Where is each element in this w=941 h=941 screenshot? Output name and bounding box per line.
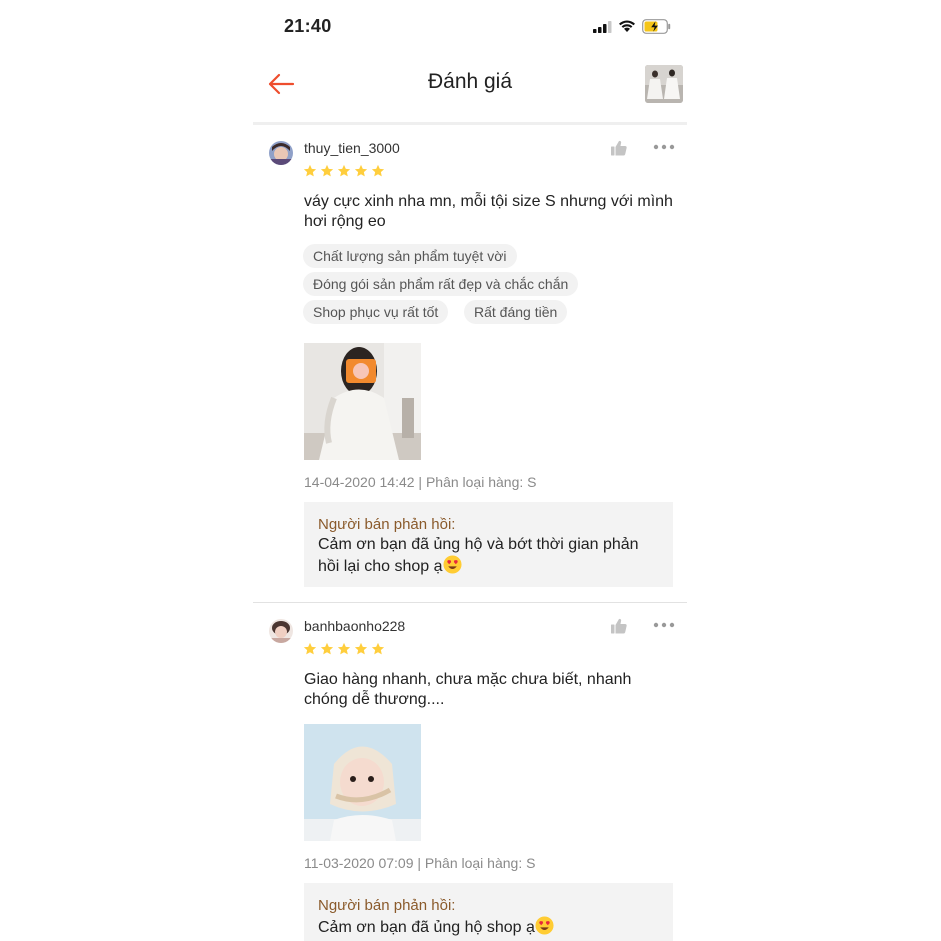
page-title: Đánh giá <box>427 70 513 93</box>
star-rating <box>303 164 385 180</box>
star-icon <box>337 164 351 177</box>
nav-header: Đánh giá <box>253 56 687 124</box>
star-icon <box>371 642 385 655</box>
star-icon <box>354 642 368 655</box>
review-meta: 14-04-2020 14:42 | Phân loại hàng: S <box>304 474 537 490</box>
reviewer-username[interactable]: thuy_tien_3000 <box>304 140 400 156</box>
avatar[interactable] <box>269 141 293 165</box>
star-icon <box>371 164 385 177</box>
review-divider <box>253 602 687 603</box>
star-icon <box>320 642 334 655</box>
review-comment: váy cực xinh nha mn, mỗi tội size S nhưn… <box>304 193 673 230</box>
battery-charging-icon <box>642 19 671 34</box>
star-icon <box>337 642 351 655</box>
seller-reply: Người bán phản hồi: Cảm ơn bạn đã ủng hộ… <box>304 883 673 941</box>
heart-eyes-emoji-icon <box>535 916 554 935</box>
review-tag: Đóng gói sản phẩm rất đẹp và chắc chắn <box>303 272 579 296</box>
heart-eyes-emoji-icon <box>443 555 462 574</box>
seller-reply-label: Người bán phản hồi: <box>318 516 456 533</box>
review-photo[interactable] <box>304 724 421 841</box>
review-tag: Chất lượng sản phẩm tuyệt vời <box>303 244 517 268</box>
like-icon[interactable] <box>610 617 628 635</box>
star-icon <box>354 164 368 177</box>
review-comment: Giao hàng nhanh, chưa mặc chưa biết, nha… <box>304 671 632 708</box>
star-icon <box>303 164 317 177</box>
review-photo[interactable] <box>304 343 421 460</box>
review-tag: Shop phục vụ rất tốt <box>303 300 449 324</box>
more-options-icon[interactable] <box>653 621 675 629</box>
star-rating <box>303 642 385 658</box>
header-divider <box>253 122 687 125</box>
review-tag: Rất đáng tiền <box>464 300 568 324</box>
product-thumbnail[interactable] <box>645 65 683 103</box>
star-icon <box>320 164 334 177</box>
avatar[interactable] <box>269 619 293 643</box>
seller-reply-label: Người bán phản hồi: <box>318 897 456 914</box>
like-icon[interactable] <box>610 139 628 157</box>
status-bar: 21:40 <box>253 0 687 56</box>
review-meta: 11-03-2020 07:09 | Phân loại hàng: S <box>304 855 536 871</box>
wifi-icon <box>619 20 635 32</box>
seller-reply: Người bán phản hồi: Cảm ơn bạn đã ủng hộ… <box>304 502 673 587</box>
phone-screen: 21:40 Đánh giá thuy_tien_3000 váy cực xi… <box>253 0 687 941</box>
seller-reply-text: Cảm ơn bạn đã ủng hộ và bớt thời gian ph… <box>318 536 639 575</box>
cellular-signal-icon <box>593 21 612 33</box>
star-icon <box>303 642 317 655</box>
seller-reply-text: Cảm ơn bạn đã ủng hộ shop ạ <box>318 919 535 936</box>
reviewer-username[interactable]: banhbaonho228 <box>304 618 405 634</box>
status-time: 21:40 <box>284 16 332 36</box>
more-options-icon[interactable] <box>653 143 675 151</box>
